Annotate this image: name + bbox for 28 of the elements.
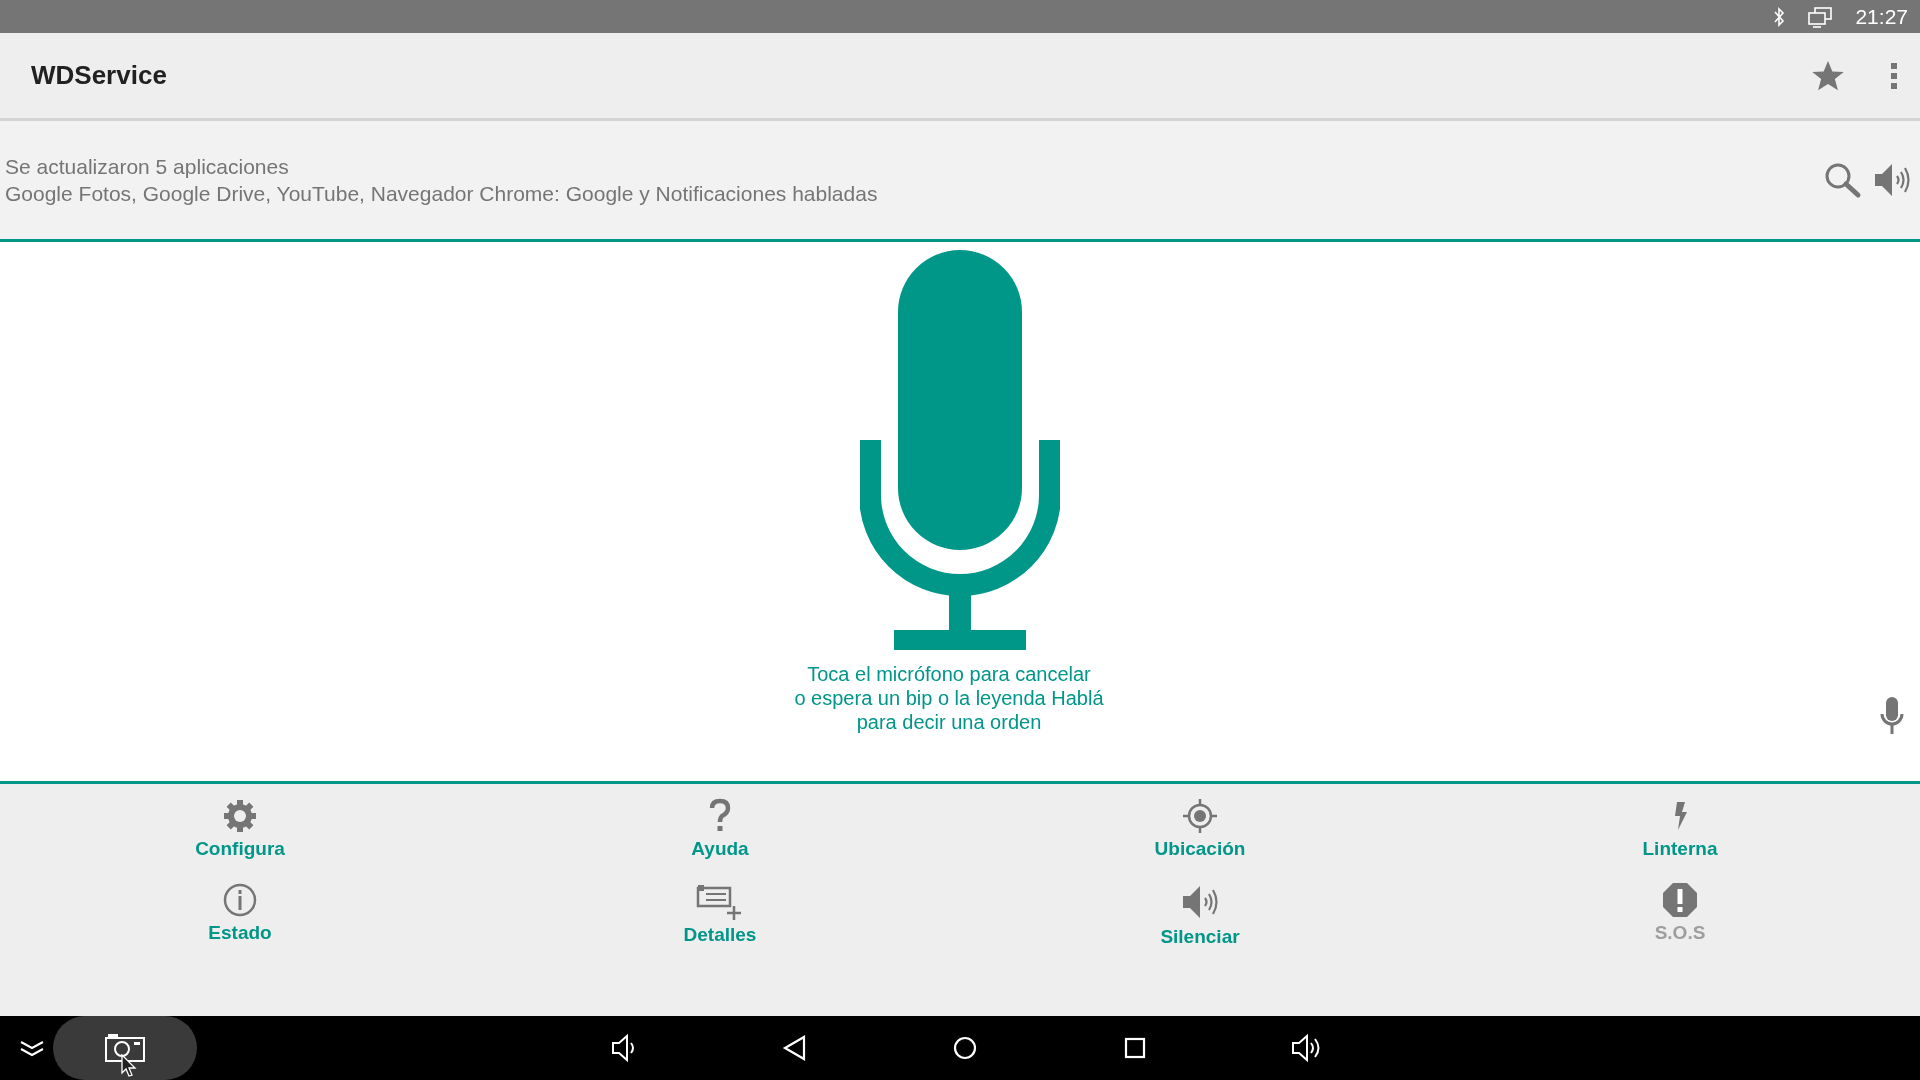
notification-text: Google Fotos, Google Drive, YouTube, Navegador Chrome: Google y Notificaciones habladas xyxy=(5,181,878,207)
list-add-icon xyxy=(696,882,744,920)
action-button[interactable]: Ubicación xyxy=(1154,798,1246,882)
microphone-icon[interactable] xyxy=(860,250,1060,650)
cursor-icon xyxy=(121,1054,137,1078)
action-button[interactable]: Configura xyxy=(195,798,285,882)
gear-icon xyxy=(222,798,258,834)
voice-instruction: Toca el micrófono para cancelar xyxy=(807,662,1091,686)
location-target-icon xyxy=(1182,798,1218,834)
bluetooth-icon xyxy=(1773,6,1786,27)
voice-instruction: para decir una orden xyxy=(856,710,1042,734)
action-button[interactable]: Estado xyxy=(208,882,272,966)
action-button[interactable]: Linterna xyxy=(1642,798,1718,882)
action-button[interactable]: Detalles xyxy=(683,882,757,966)
camera-icon xyxy=(104,1033,146,1063)
app-title: WDService xyxy=(31,60,167,91)
question-mark-icon xyxy=(708,798,732,834)
action-button[interactable]: Silenciar xyxy=(1160,882,1240,966)
alert-icon xyxy=(1662,882,1698,918)
more-menu-icon[interactable] xyxy=(1890,61,1898,90)
info-icon xyxy=(222,882,258,918)
screens-icon xyxy=(1807,5,1834,28)
notification-title: Se actualizaron 5 aplicaciones xyxy=(5,154,290,180)
action-button[interactable]: Ayuda xyxy=(691,798,749,882)
microphone-icon[interactable] xyxy=(1880,696,1904,736)
voice-instruction: o espera un bip o la leyenda Hablá xyxy=(794,686,1104,710)
chevrons-down-icon[interactable] xyxy=(19,1038,45,1058)
clock-time: 21:27 xyxy=(1855,4,1908,29)
